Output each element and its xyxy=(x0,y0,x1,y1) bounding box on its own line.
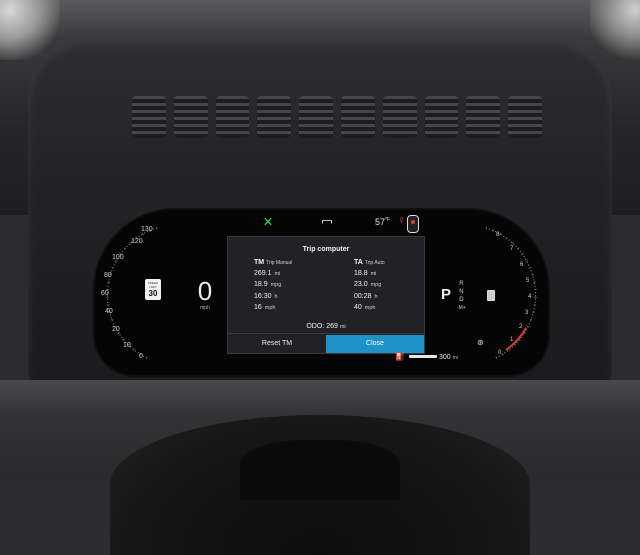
outside-temperature: 57°F xyxy=(375,217,390,227)
door-open-car-icon xyxy=(407,215,419,233)
speed-tick: 80 xyxy=(104,272,112,279)
row-value: 18.8 xyxy=(354,270,368,277)
trip-manual-header: TM Trip Manual xyxy=(254,259,344,270)
trip-auto-abbr: TA xyxy=(354,259,363,266)
vent-slot xyxy=(257,96,292,138)
vent-slot xyxy=(508,96,542,138)
trip-auto-name: Trip Auto xyxy=(364,260,385,266)
trip-auto-column: TA Trip Auto 18.8 mi 23.0 mpg 00:28 h 40 … xyxy=(354,259,444,316)
trip-manual-abbr: TM xyxy=(254,259,265,266)
trip-manual-name: Trip Manual xyxy=(266,260,293,266)
range-unit: mi xyxy=(452,355,458,361)
row-unit: mph xyxy=(364,305,376,312)
lane-assist-icon: ⨯ xyxy=(263,214,274,228)
trip-manual-column: TM Trip Manual 269.1 mi 18.9 mpg 16:30 h … xyxy=(254,259,344,316)
window-glare-right xyxy=(590,0,640,60)
vent-slot xyxy=(340,96,375,138)
vent-slot xyxy=(299,96,333,138)
row-value: 18.9 xyxy=(254,281,268,289)
odometer-label: ODO: xyxy=(306,323,325,330)
rpm-tick: 1 xyxy=(510,337,514,343)
trip-manual-row: 16:30 h xyxy=(254,293,344,304)
speed-limit-sign-caption: SPEED LIMIT xyxy=(147,281,159,289)
speed-tick: 10 xyxy=(123,342,131,349)
reset-tm-button[interactable]: Reset TM xyxy=(228,335,326,353)
road-icon: ⼍ xyxy=(321,216,334,230)
rpm-tick: 8 xyxy=(496,232,500,238)
row-unit: mpg xyxy=(270,282,282,289)
speed-tick: 20 xyxy=(112,326,120,333)
tachometer-arc xyxy=(485,226,538,360)
row-unit: mi xyxy=(370,271,377,277)
rpm-tick: 5 xyxy=(526,278,530,284)
row-value: 23.0 xyxy=(354,281,368,289)
vent-slot xyxy=(382,96,417,138)
seatbelt-warning-icon: ♀ xyxy=(397,213,406,227)
odometer: ODO: 269 mi xyxy=(228,323,424,330)
current-speed: 0 xyxy=(197,276,213,306)
close-button[interactable]: Close xyxy=(326,335,424,353)
rpm-tick: 7 xyxy=(510,246,514,252)
temperature-value: 57 xyxy=(375,217,386,227)
trip-auto-header: TA Trip Auto xyxy=(354,259,444,270)
row-unit: h xyxy=(274,293,278,300)
speed-tick: 0 xyxy=(139,353,143,360)
trip-auto-row: 23.0 mpg xyxy=(354,281,444,292)
speed-tick: 60 xyxy=(101,290,109,297)
speed-tick: 120 xyxy=(131,238,143,245)
row-unit: h xyxy=(374,293,378,300)
hood-vents xyxy=(132,96,542,138)
row-value: 00:28 xyxy=(354,292,372,300)
rpm-tick: 2 xyxy=(519,324,523,330)
dialog-divider xyxy=(228,333,424,334)
speed-limit-value: 30 xyxy=(148,289,158,298)
speed-unit: mph xyxy=(200,305,210,311)
speed-tick: 100 xyxy=(112,254,124,261)
speed-limit-sign: SPEED LIMIT 30 xyxy=(145,279,161,300)
speed-tick: 40 xyxy=(105,308,113,315)
tachometer: 8 7 6 5 4 3 2 1 0 xyxy=(438,210,548,375)
row-unit: mph xyxy=(264,305,276,312)
rpm-tick: 0 xyxy=(498,350,502,356)
row-unit: mi xyxy=(274,271,281,277)
steering-wheel-hub xyxy=(240,440,400,500)
eco-mode-icon: ⊛ xyxy=(477,338,484,347)
fuel-range: ⛽ 300 mi xyxy=(395,352,458,361)
trip-auto-row: 00:28 h xyxy=(354,293,444,304)
trip-computer-dialog: Trip computer TM Trip Manual 269.1 mi 18.… xyxy=(227,236,425,354)
range-value: 300 xyxy=(438,354,451,361)
fuel-level-bar xyxy=(408,355,437,359)
odometer-value: 269 xyxy=(326,323,338,330)
row-value: 269.1 xyxy=(254,270,272,277)
vent-slot xyxy=(466,96,501,138)
trip-manual-row: 18.9 mpg xyxy=(254,281,344,292)
vent-slot xyxy=(173,96,208,138)
trip-manual-row: 16 mph xyxy=(254,304,344,315)
odometer-unit: mi xyxy=(339,324,346,330)
trip-auto-row: 40 mph xyxy=(354,304,444,315)
instrument-cluster-screen: ⨯ ⼍ 57°F ♀ 130 120 100 80 60 40 20 10 0 … xyxy=(95,210,548,375)
trip-manual-row: 269.1 mi xyxy=(254,270,344,281)
vent-slot xyxy=(424,96,459,138)
fuel-pump-icon: ⛽ xyxy=(395,352,405,361)
rpm-tick: 6 xyxy=(520,262,524,268)
row-unit: mpg xyxy=(370,282,382,289)
speed-tick: 130 xyxy=(141,226,153,233)
vent-slot xyxy=(215,96,250,138)
rpm-tick: 4 xyxy=(528,294,532,300)
rpm-tick: 3 xyxy=(525,310,529,316)
trip-auto-row: 18.8 mi xyxy=(354,270,444,281)
temperature-unit: °F xyxy=(385,217,391,223)
dialog-title: Trip computer xyxy=(302,246,350,253)
row-value: 16:30 xyxy=(254,292,272,300)
row-value: 40 xyxy=(354,304,362,312)
row-value: 16 xyxy=(254,304,262,312)
vent-slot xyxy=(132,96,166,138)
